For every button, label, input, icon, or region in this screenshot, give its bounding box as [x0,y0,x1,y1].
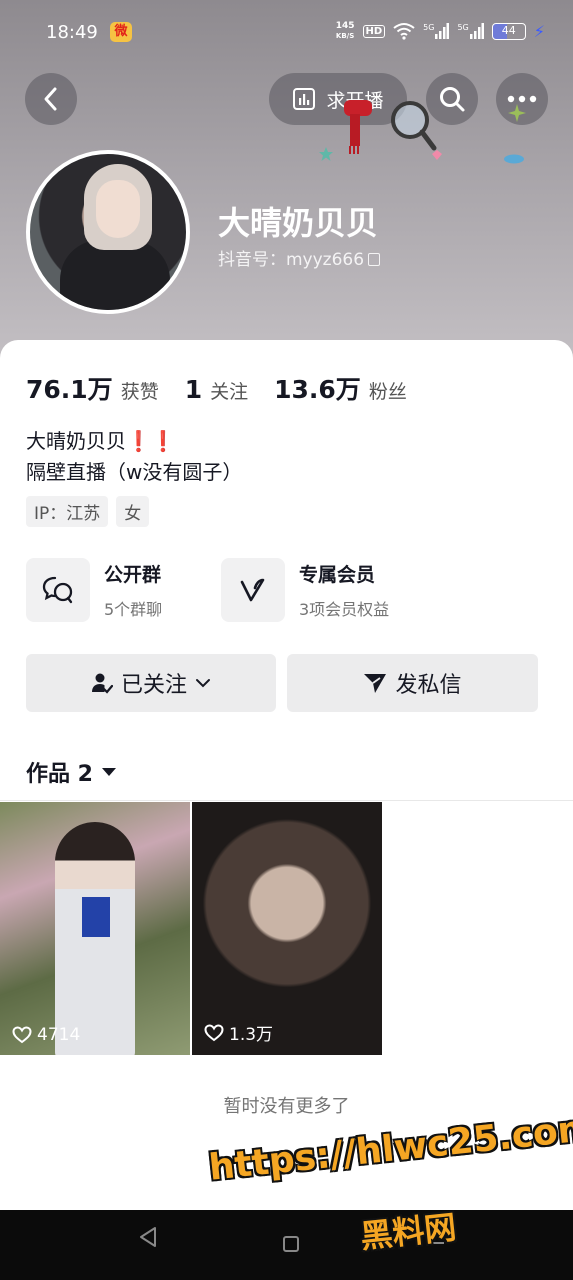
signal-2-label: 5G [457,23,469,32]
send-icon [364,674,387,693]
exclamation-marks: ❗❗ [126,429,176,453]
tab-divider [0,800,573,801]
followed-button[interactable]: 已关注 [26,654,276,712]
douyin-id-text: 抖音号：myyz666 [218,250,365,270]
copy-icon[interactable] [368,253,381,266]
followers-label[interactable]: 粉丝 [369,377,407,404]
status-time: 18:49 [46,22,98,43]
nav-back-icon[interactable] [138,1226,158,1248]
send-message-label: 发私信 [395,673,462,698]
net-speed-value: 145 [335,21,355,31]
followed-label: 已关注 [120,673,187,698]
heart-icon [204,1023,224,1041]
chevron-down-icon [196,679,210,688]
request-live-button[interactable]: 求开播 [269,73,407,125]
followers-count[interactable]: 13.6万 [274,370,361,406]
nav-home-icon[interactable] [283,1236,299,1252]
no-more-content-text: 暂时没有更多了 [223,1096,350,1117]
works-tab-label: 作品 2 [26,762,93,787]
public-group-title: 公开群 [104,564,162,586]
bio-line-1-text: 大晴奶贝贝 [26,429,126,453]
video-thumbnail-2[interactable]: 1.3万 [192,802,382,1055]
signal-1-label: 5G [423,23,435,32]
back-button[interactable] [25,73,77,125]
ip-location-tag: IP：江苏 [26,496,109,527]
membership-subtitle: 3项会员权益 [299,600,390,619]
bio-line-1: 大晴奶贝贝❗❗ [26,426,242,457]
net-speed: 145 KB/S [336,21,355,41]
video-1-figure [55,822,135,1055]
bio-line-2: 隔壁直播（w没有圆子） [26,460,243,484]
scarf-decoration-icon [344,100,372,154]
profile-card: 76.1万 获赞 1 关注 13.6万 粉丝 大晴奶贝贝❗❗ 隔壁直播（w没有圆… [0,340,573,1210]
membership-v-icon [221,558,285,622]
profile-display-name: 大晴奶贝贝 [218,204,379,242]
profile-tags: IP：江苏 女 [26,496,150,527]
heart-icon [12,1026,32,1044]
user-check-icon [91,673,113,694]
video-2-likes: 1.3万 [204,1020,273,1045]
membership-entry[interactable]: 专属会员 3项会员权益 [221,558,389,622]
cloud-decoration-icon [504,154,524,164]
video-2-likes-count: 1.3万 [229,1025,274,1045]
douyin-id[interactable]: 抖音号：myyz666 [218,245,381,270]
status-indicators: 145 KB/S HD 5G 5G 44 ⚡ [336,21,545,41]
video-1-likes-count: 4714 [37,1025,81,1045]
signal-icon-1: 5G [423,23,450,39]
profile-avatar[interactable] [26,150,190,314]
profile-stats: 76.1万 获赞 1 关注 13.6万 粉丝 [26,370,433,406]
sparkle-decoration-icon [508,104,526,122]
video-thumbnail-1[interactable]: 4714 [0,802,190,1055]
following-count[interactable]: 1 [185,375,202,404]
video-1-collar [82,897,110,937]
avatar-figure-face [96,180,140,238]
likes-label[interactable]: 获赞 [121,377,159,404]
public-group-entry[interactable]: 公开群 5个群聊 [26,558,162,622]
works-tab[interactable]: 作品 2 [26,756,117,788]
bar-chart-icon [293,88,316,110]
public-group-subtitle: 5个群聊 [104,600,163,619]
hd-badge: HD [362,24,386,38]
following-label[interactable]: 关注 [210,377,248,404]
wifi-icon [393,23,415,40]
caret-down-icon [101,768,116,776]
charging-icon: ⚡ [533,21,545,41]
send-message-button[interactable]: 发私信 [287,654,538,712]
membership-title: 专属会员 [299,564,376,586]
net-speed-unit: KB/S [335,32,355,40]
more-dots-icon [507,95,537,103]
magnifier-decoration-icon [391,101,442,160]
battery-icon: 44 [491,22,526,40]
gender-tag: 女 [116,496,150,527]
signal-icon-2: 5G [457,23,484,39]
group-chat-icon [26,558,90,622]
avatar-figure-body [60,240,170,310]
video-1-likes: 4714 [12,1025,80,1045]
chevron-left-icon [44,87,57,111]
weibo-app-icon: 微 [110,22,132,42]
profile-bio: 大晴奶贝贝❗❗ 隔壁直播（w没有圆子） [26,426,242,488]
status-bar: 18:49 微 145 KB/S HD 5G 5G 44 ⚡ [0,0,573,66]
likes-count[interactable]: 76.1万 [26,370,113,406]
star-decoration-icon [319,147,333,161]
